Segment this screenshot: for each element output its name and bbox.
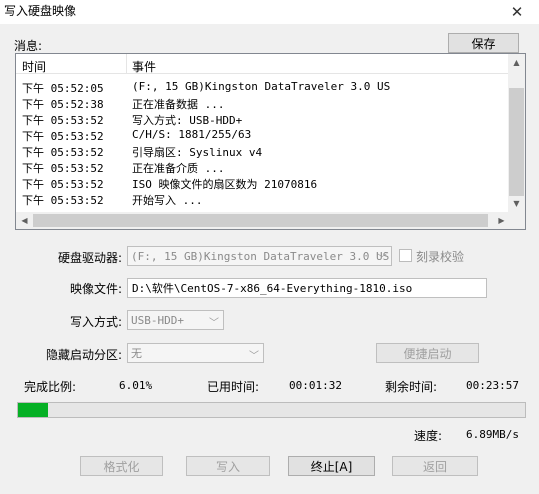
progress-fill: [18, 403, 49, 417]
log-row: 下午 05:53:52 ISO 映像文件的扇区数为 21070816: [16, 175, 510, 191]
write-mode-value: USB-HDD+: [131, 313, 184, 327]
column-divider[interactable]: [126, 54, 127, 74]
hidden-partition-select: 无 ﹀: [127, 343, 264, 363]
write-mode-label: 写入方式:: [69, 315, 122, 329]
log-event: C/H/S: 1881/255/63: [132, 128, 252, 141]
log-row: 下午 05:53:52 写入方式: USB-HDD+: [16, 111, 510, 127]
vertical-scrollbar[interactable]: ▲ ▼: [508, 54, 525, 212]
log-header: 时间 事件: [16, 54, 510, 74]
log-event: (F:, 15 GB)Kingston DataTraveler 3.0 US: [132, 80, 391, 93]
message-log[interactable]: 时间 事件 下午 05:52:05 (F:, 15 GB)Kingston Dat…: [15, 53, 526, 230]
log-time: 下午 05:53:52: [22, 194, 104, 207]
log-time: 下午 05:53:52: [22, 114, 104, 127]
scrollbar-corner: [508, 212, 525, 229]
verify-checkbox: [399, 249, 412, 262]
scroll-left-icon[interactable]: ◀: [16, 212, 33, 229]
write-mode-select: USB-HDD+ ﹀: [127, 310, 224, 330]
log-event: 开始写入 ...: [132, 194, 203, 207]
progress-bar: [17, 402, 526, 418]
log-rows: 下午 05:52:05 (F:, 15 GB)Kingston DataTrave…: [16, 79, 510, 207]
elapsed-value: 00:01:32: [289, 379, 342, 392]
log-row: 下午 05:53:52 引导扇区: Syslinux v4: [16, 143, 510, 159]
image-file-label: 映像文件:: [69, 282, 122, 296]
write-button: 写入: [186, 456, 270, 476]
log-event: ISO 映像文件的扇区数为 21070816: [132, 178, 318, 191]
log-row: 下午 05:52:38 正在准备数据 ...: [16, 95, 510, 111]
hidden-partition-value: 无: [131, 347, 142, 360]
percent-value: 6.01%: [119, 379, 153, 392]
log-time: 下午 05:53:52: [22, 146, 104, 159]
log-event: 写入方式: USB-HDD+: [132, 114, 243, 127]
close-icon[interactable]: ✕: [495, 0, 539, 24]
elapsed-label: 已用时间:: [207, 380, 260, 394]
column-header-time[interactable]: 时间: [22, 58, 46, 75]
hidden-partition-label: 隐藏启动分区:: [45, 348, 122, 362]
scroll-thumb-horizontal[interactable]: [33, 214, 488, 227]
scroll-thumb-vertical[interactable]: [509, 88, 524, 196]
chevron-down-icon: ﹀: [249, 351, 259, 362]
chevron-down-icon: ﹀: [377, 254, 387, 265]
log-time: 下午 05:52:05: [22, 82, 104, 95]
image-file-input[interactable]: D:\软件\CentOS-7-x86_64-Everything-1810.is…: [127, 278, 487, 298]
title-bar: 写入硬盘映像 ✕: [0, 0, 539, 24]
drive-select: (F:, 15 GB)Kingston DataTraveler 3.0 US …: [127, 246, 392, 266]
scroll-up-icon[interactable]: ▲: [508, 54, 525, 71]
log-time: 下午 05:53:52: [22, 130, 104, 143]
messages-label: 消息:: [14, 39, 43, 53]
save-button[interactable]: 保存: [448, 33, 519, 53]
log-event: 正在准备介质 ...: [132, 162, 225, 175]
speed-label: 速度:: [414, 429, 443, 443]
verify-label: 刻录校验: [416, 250, 465, 264]
log-time: 下午 05:53:52: [22, 162, 104, 175]
drive-select-value: (F:, 15 GB)Kingston DataTraveler 3.0 US: [131, 249, 390, 263]
log-time: 下午 05:53:52: [22, 178, 104, 191]
log-row: 下午 05:53:52 C/H/S: 1881/255/63: [16, 127, 510, 143]
percent-label: 完成比例:: [24, 380, 77, 394]
remaining-value: 00:23:57: [466, 379, 519, 392]
horizontal-scrollbar[interactable]: ◀ ▶: [16, 212, 510, 229]
log-row: 下午 05:52:05 (F:, 15 GB)Kingston DataTrave…: [16, 79, 510, 95]
format-button: 格式化: [80, 456, 163, 476]
quick-boot-button: 便捷启动: [376, 343, 479, 363]
log-event: 引导扇区: Syslinux v4: [132, 146, 263, 159]
scroll-down-icon[interactable]: ▼: [508, 195, 525, 212]
log-time: 下午 05:52:38: [22, 98, 104, 111]
window-title: 写入硬盘映像: [4, 4, 77, 18]
log-row: 下午 05:53:52 正在准备介质 ...: [16, 159, 510, 175]
speed-value: 6.89MB/s: [466, 428, 519, 441]
remaining-label: 剩余时间:: [385, 380, 438, 394]
abort-button[interactable]: 终止[A]: [288, 456, 375, 476]
back-button: 返回: [392, 456, 478, 476]
log-row: 下午 05:53:52 开始写入 ...: [16, 191, 510, 207]
chevron-down-icon: ﹀: [209, 318, 219, 329]
drive-label: 硬盘驱动器:: [57, 251, 122, 265]
column-header-event[interactable]: 事件: [132, 58, 156, 75]
log-event: 正在准备数据 ...: [132, 98, 225, 111]
